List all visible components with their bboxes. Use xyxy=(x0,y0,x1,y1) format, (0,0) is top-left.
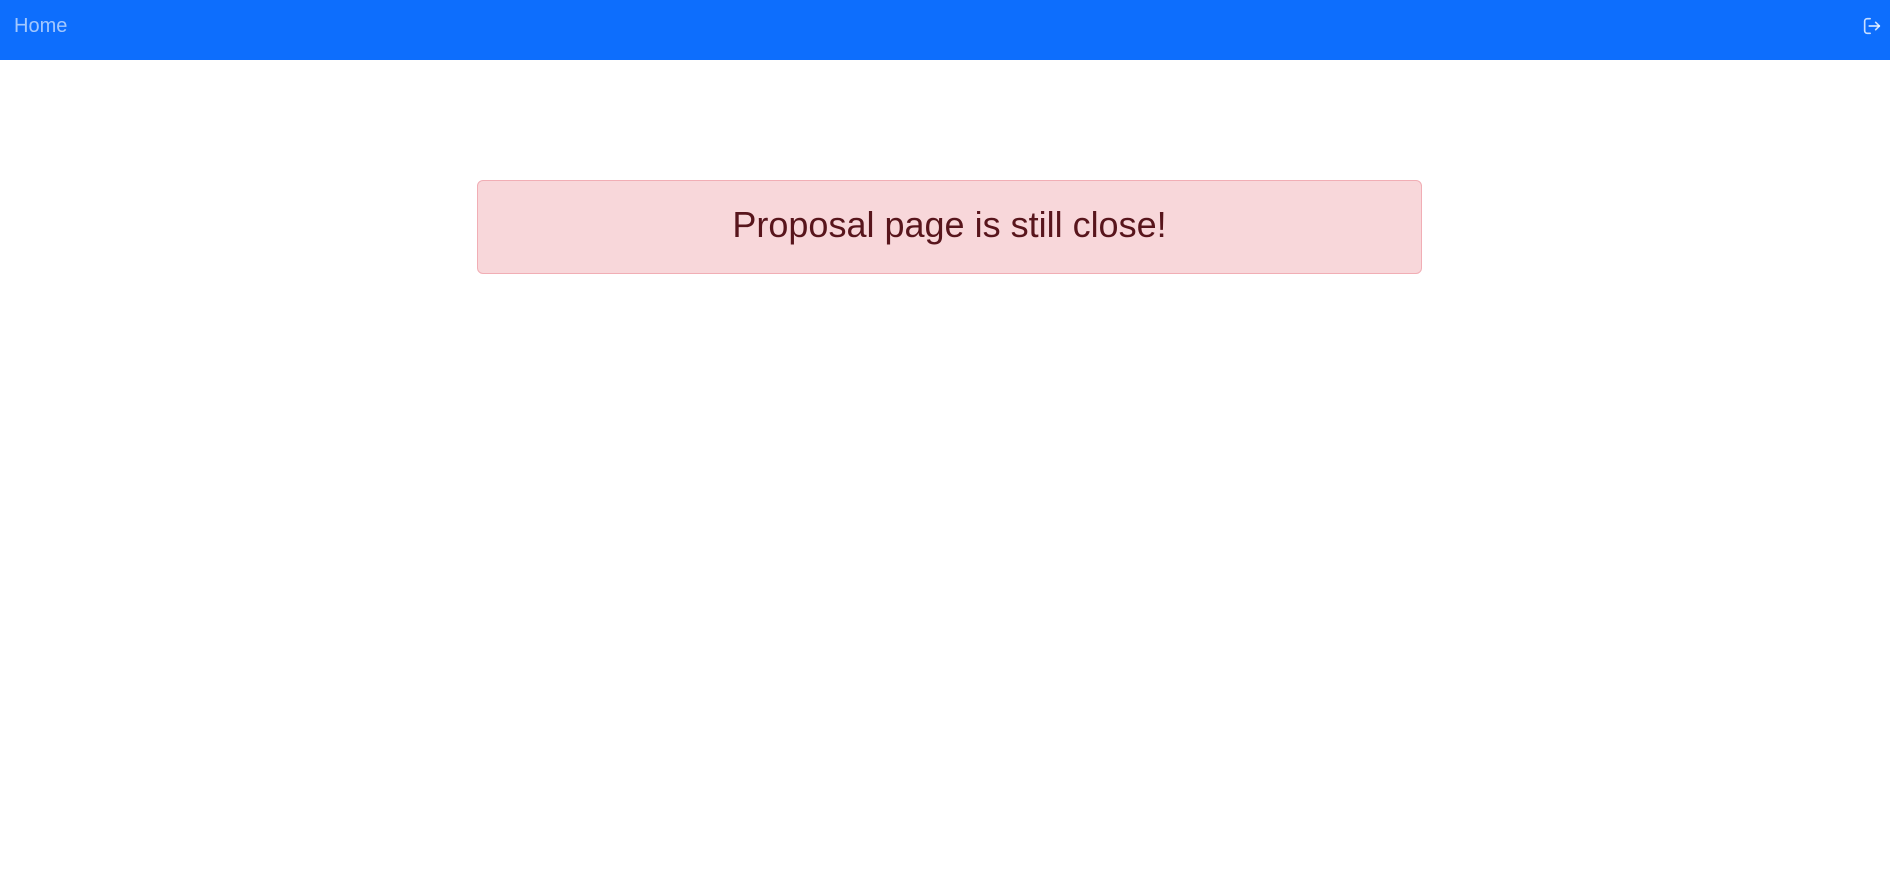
logout-icon xyxy=(1863,17,1881,35)
logout-button[interactable] xyxy=(1858,12,1886,40)
alert-message: Proposal page is still close! xyxy=(732,204,1167,245)
home-link[interactable]: Home xyxy=(14,16,67,36)
top-navbar: Home xyxy=(0,0,1890,60)
proposal-closed-alert: Proposal page is still close! xyxy=(477,180,1422,274)
